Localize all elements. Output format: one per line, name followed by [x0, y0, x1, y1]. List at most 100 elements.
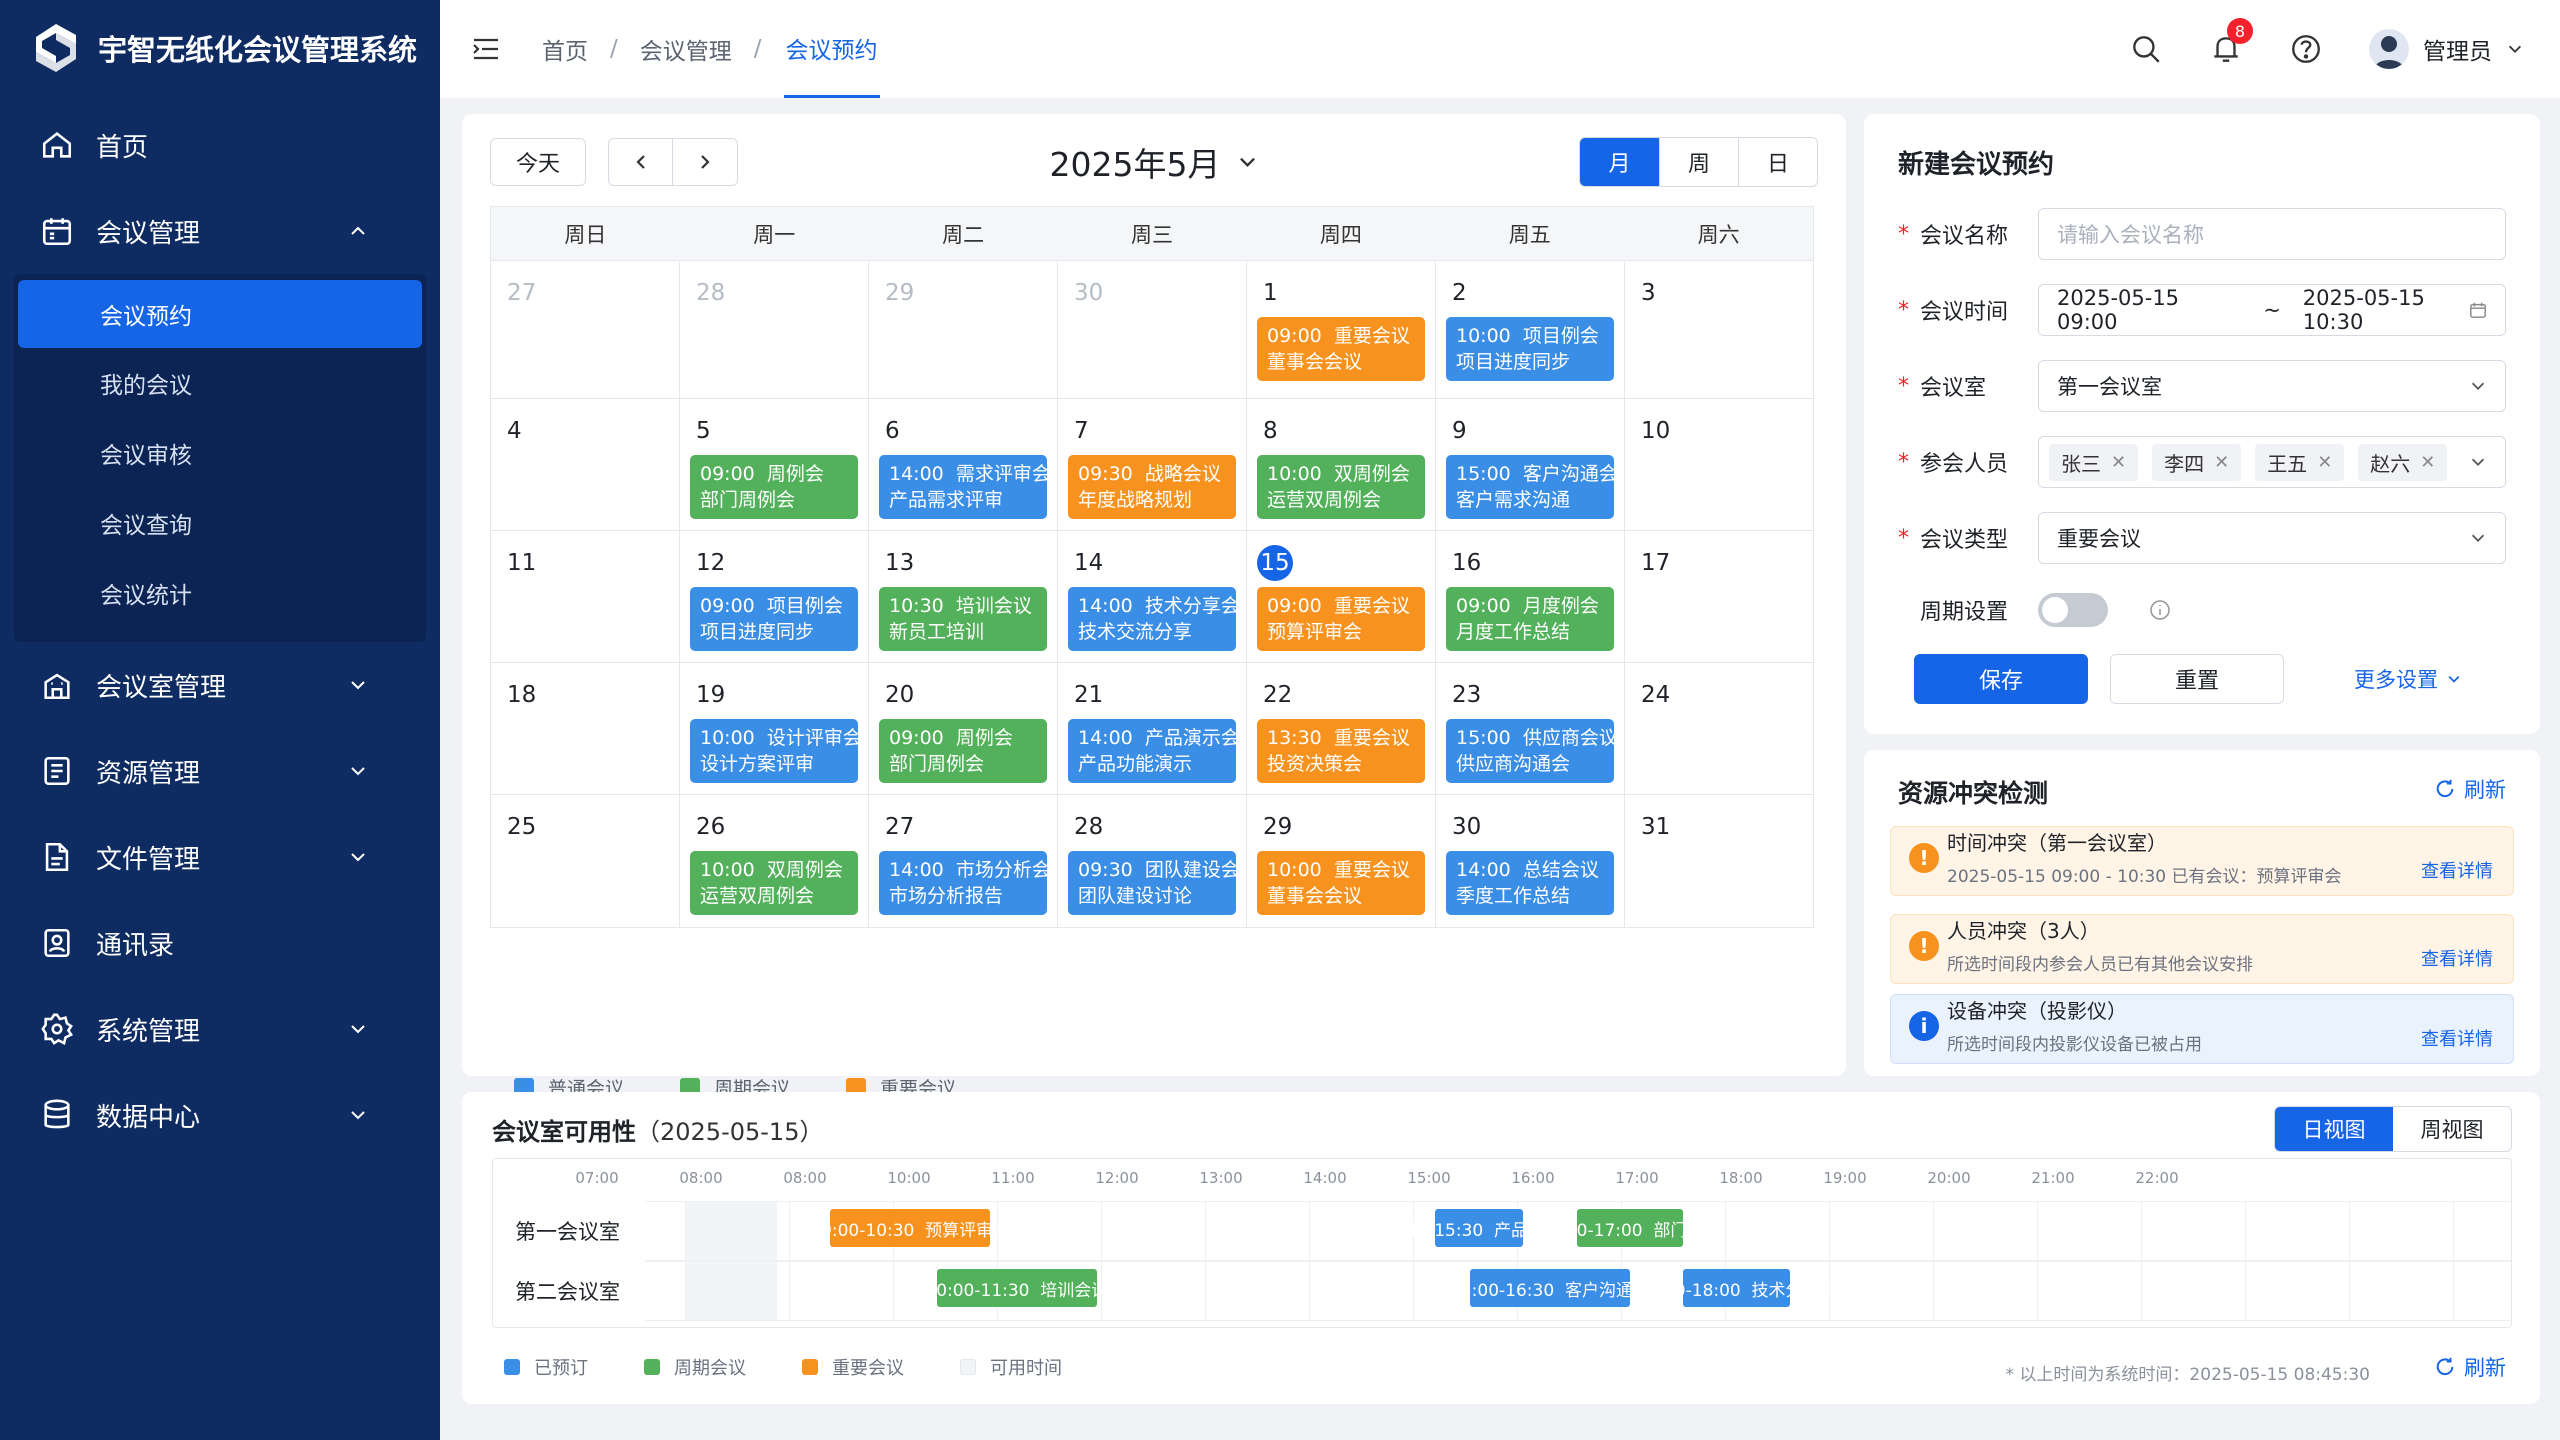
- sidebar-item-file-management[interactable]: 文件管理: [0, 814, 440, 900]
- calendar-event[interactable]: 13:30 重要会议 投资决策会: [1257, 719, 1425, 783]
- view-details-link[interactable]: 查看详情: [2421, 857, 2493, 883]
- calendar-day-cell[interactable]: 27: [491, 261, 679, 398]
- view-day-button[interactable]: 日: [1738, 138, 1817, 186]
- month-selector[interactable]: 2025年5月: [1050, 138, 1259, 186]
- breadcrumb-home[interactable]: 首页: [542, 32, 588, 66]
- calendar-event[interactable]: 09:00 周例会 部门周例会: [690, 455, 858, 519]
- booking-block[interactable]: 10:00-11:30 培训会议: [925, 1269, 1108, 1307]
- calendar-event[interactable]: 15:00 供应商会议 供应商沟通会: [1446, 719, 1618, 783]
- booking-block[interactable]: 16:00-17:00 部门例会: [1539, 1209, 1721, 1247]
- calendar-event[interactable]: 14:00 技术分享会 技术交流分享: [1068, 587, 1240, 651]
- calendar-day-cell[interactable]: 23 15:00 供应商会议 供应商沟通会: [1435, 663, 1624, 794]
- calendar-day-cell[interactable]: 20 09:00 周例会 部门周例会: [868, 663, 1057, 794]
- calendar-event[interactable]: 14:00 市场分析会 市场分析报告: [879, 851, 1051, 915]
- view-details-link[interactable]: 查看详情: [2421, 945, 2493, 971]
- cycle-toggle[interactable]: [2038, 593, 2108, 627]
- calendar-day-cell[interactable]: 19 10:00 设计评审会 设计方案评审: [679, 663, 868, 794]
- sidebar-item-meeting-management[interactable]: 会议管理: [0, 188, 440, 274]
- search-icon[interactable]: [2129, 32, 2163, 66]
- room-track[interactable]: 09:00-10:30 预算评审会 14:40-15:30 产品演示会 16:00-…: [645, 1201, 2511, 1261]
- sidebar-item-data-center[interactable]: 数据中心: [0, 1072, 440, 1158]
- calendar-event[interactable]: 09:00 月度例会 月度工作总结: [1446, 587, 1614, 651]
- sidebar-subitem-booking[interactable]: 会议预约: [18, 280, 422, 348]
- calendar-day-cell[interactable]: 26 10:00 双周例会 运营双周例会: [679, 795, 868, 927]
- calendar-day-cell[interactable]: 29: [868, 261, 1057, 398]
- calendar-day-cell[interactable]: 10: [1624, 399, 1813, 530]
- sidebar-subitem-approval[interactable]: 会议审核: [18, 418, 422, 488]
- calendar-event[interactable]: 09:00 项目例会 项目进度同步: [690, 587, 858, 651]
- sidebar-item-contacts[interactable]: 通讯录: [0, 900, 440, 986]
- calendar-day-cell[interactable]: 27 14:00 市场分析会 市场分析报告: [868, 795, 1057, 927]
- calendar-day-cell[interactable]: 30: [1057, 261, 1246, 398]
- close-icon[interactable]: ✕: [2111, 452, 2126, 473]
- calendar-event[interactable]: 10:00 双周例会 运营双周例会: [690, 851, 858, 915]
- menu-fold-icon[interactable]: [470, 33, 502, 65]
- calendar-day-cell[interactable]: 21 14:00 产品演示会 产品功能演示: [1057, 663, 1246, 794]
- today-button[interactable]: 今天: [490, 138, 586, 186]
- meeting-type-select[interactable]: 重要会议: [2038, 512, 2506, 564]
- calendar-day-cell[interactable]: 5 09:00 周例会 部门周例会: [679, 399, 868, 530]
- conflict-refresh-button[interactable]: 刷新: [2434, 774, 2506, 804]
- calendar-event[interactable]: 09:30 战略会议 年度战略规划: [1068, 455, 1236, 519]
- notification-button[interactable]: 8: [2209, 18, 2253, 66]
- calendar-day-cell[interactable]: 24: [1624, 663, 1813, 794]
- info-icon[interactable]: [2148, 598, 2172, 622]
- calendar-day-cell[interactable]: 31: [1624, 795, 1813, 927]
- help-icon[interactable]: [2289, 32, 2323, 66]
- prev-month-button[interactable]: [609, 139, 673, 185]
- sidebar-subitem-query[interactable]: 会议查询: [18, 488, 422, 558]
- calendar-day-cell[interactable]: 9 15:00 客户沟通会 客户需求沟通: [1435, 399, 1624, 530]
- calendar-day-cell[interactable]: 25: [491, 795, 679, 927]
- calendar-day-cell[interactable]: 17: [1624, 531, 1813, 662]
- save-button[interactable]: 保存: [1914, 654, 2088, 704]
- calendar-day-cell[interactable]: 28: [679, 261, 868, 398]
- calendar-day-cell[interactable]: 16 09:00 月度例会 月度工作总结: [1435, 531, 1624, 662]
- booking-block[interactable]: 14:40-15:30 产品演示会: [1379, 1209, 1579, 1247]
- calendar-day-cell[interactable]: 11: [491, 531, 679, 662]
- sidebar-item-system-management[interactable]: 系统管理: [0, 986, 440, 1072]
- calendar-day-cell[interactable]: 3: [1624, 261, 1813, 398]
- calendar-day-cell[interactable]: 15 09:00 重要会议 预算评审会: [1246, 531, 1435, 662]
- view-month-button[interactable]: 月: [1580, 138, 1659, 186]
- sidebar-item-resource-management[interactable]: 资源管理: [0, 728, 440, 814]
- calendar-day-cell[interactable]: 13 10:30 培训会议 新员工培训: [868, 531, 1057, 662]
- calendar-event[interactable]: 14:00 总结会议 季度工作总结: [1446, 851, 1614, 915]
- more-settings-link[interactable]: 更多设置: [2354, 664, 2462, 694]
- room-track[interactable]: 10:00-11:30 培训会议 15:00-16:30 客户沟通会 17:00-1…: [645, 1261, 2511, 1321]
- calendar-day-cell[interactable]: 29 10:00 重要会议 董事会会议: [1246, 795, 1435, 927]
- calendar-event[interactable]: 14:00 需求评审会 产品需求评审: [879, 455, 1051, 519]
- calendar-event[interactable]: 15:00 客户沟通会 客户需求沟通: [1446, 455, 1618, 519]
- calendar-day-cell[interactable]: 12 09:00 项目例会 项目进度同步: [679, 531, 868, 662]
- calendar-event[interactable]: 10:00 设计评审会 设计方案评审: [690, 719, 862, 783]
- calendar-event[interactable]: 10:00 项目例会 项目进度同步: [1446, 317, 1614, 381]
- availability-refresh-button[interactable]: 刷新: [2434, 1352, 2506, 1382]
- week-view-button[interactable]: 周视图: [2393, 1107, 2511, 1151]
- calendar-event[interactable]: 10:30 培训会议 新员工培训: [879, 587, 1047, 651]
- view-week-button[interactable]: 周: [1659, 138, 1738, 186]
- sidebar-item-home[interactable]: 首页: [0, 102, 440, 188]
- room-select[interactable]: 第一会议室: [2038, 360, 2506, 412]
- booking-block[interactable]: 09:00-10:30 预算评审会: [810, 1209, 1010, 1247]
- booking-block[interactable]: 17:00-18:00 技术分享会: [1637, 1269, 1837, 1307]
- calendar-day-cell[interactable]: 22 13:30 重要会议 投资决策会: [1246, 663, 1435, 794]
- calendar-event[interactable]: 10:00 双周例会 运营双周例会: [1257, 455, 1425, 519]
- calendar-event[interactable]: 09:30 团队建设会 团队建设讨论: [1068, 851, 1240, 915]
- breadcrumb-meeting-management[interactable]: 会议管理: [640, 32, 732, 66]
- day-view-button[interactable]: 日视图: [2275, 1107, 2393, 1151]
- sidebar-item-room-management[interactable]: 会议室管理: [0, 642, 440, 728]
- close-icon[interactable]: ✕: [2214, 452, 2229, 473]
- calendar-day-cell[interactable]: 6 14:00 需求评审会 产品需求评审: [868, 399, 1057, 530]
- close-icon[interactable]: ✕: [2317, 452, 2332, 473]
- next-month-button[interactable]: [673, 139, 737, 185]
- user-menu[interactable]: 管理员: [2369, 29, 2524, 69]
- sidebar-subitem-my-meetings[interactable]: 我的会议: [18, 348, 422, 418]
- calendar-day-cell[interactable]: 1 09:00 重要会议 董事会会议: [1246, 261, 1435, 398]
- reset-button[interactable]: 重置: [2110, 654, 2284, 704]
- close-icon[interactable]: ✕: [2420, 452, 2435, 473]
- view-details-link[interactable]: 查看详情: [2421, 1025, 2493, 1051]
- calendar-event[interactable]: 14:00 产品演示会 产品功能演示: [1068, 719, 1240, 783]
- calendar-event[interactable]: 10:00 重要会议 董事会会议: [1257, 851, 1425, 915]
- calendar-day-cell[interactable]: 14 14:00 技术分享会 技术交流分享: [1057, 531, 1246, 662]
- calendar-event[interactable]: 09:00 重要会议 董事会会议: [1257, 317, 1425, 381]
- calendar-day-cell[interactable]: 2 10:00 项目例会 项目进度同步: [1435, 261, 1624, 398]
